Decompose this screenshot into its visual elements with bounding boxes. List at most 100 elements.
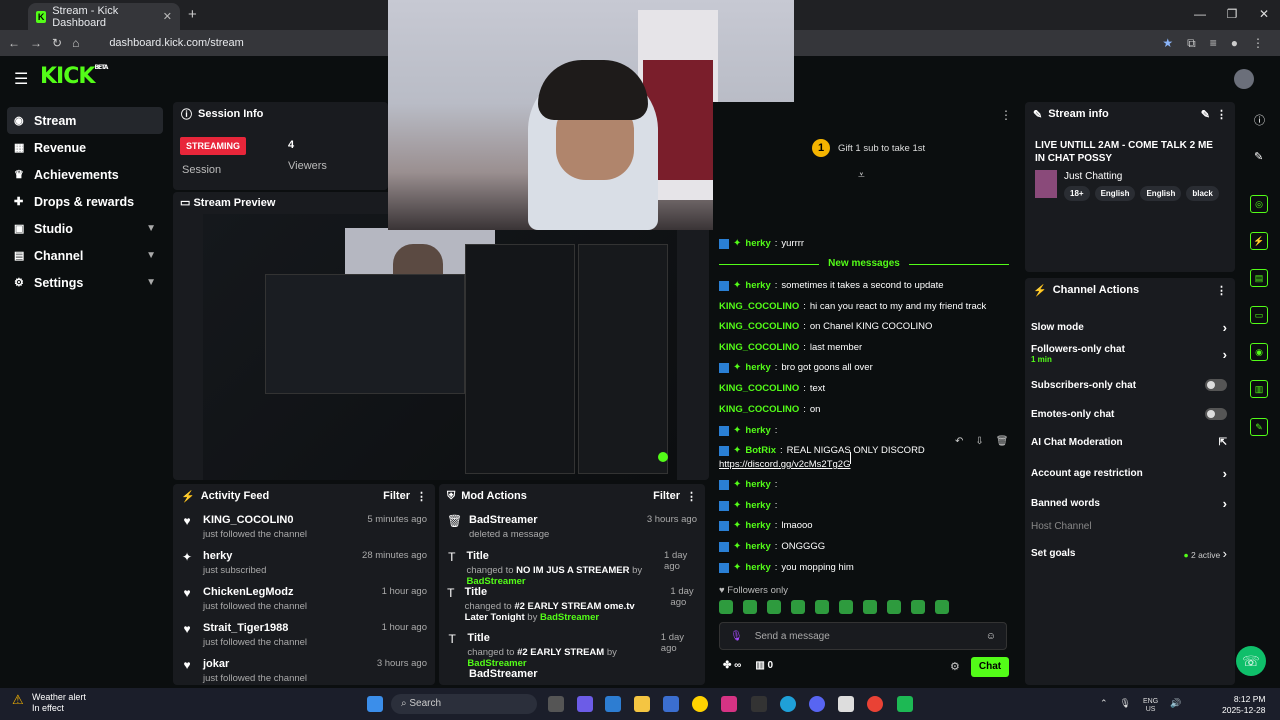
close-window-icon[interactable]: ✕ <box>1248 0 1280 30</box>
channel-action-item[interactable]: Subscribers-only chat <box>1031 379 1227 391</box>
sidebar-item-settings[interactable]: ⚙ Settings ▼ <box>0 269 170 296</box>
chat-message[interactable]: https://discord.gg/v2cMs2Tg2G <box>719 459 850 470</box>
chevron-up-icon[interactable]: ⌃ <box>1100 698 1108 714</box>
emote-icon[interactable] <box>863 600 877 614</box>
rail-wrench-icon[interactable]: ✎ <box>1250 418 1268 436</box>
bookmark-star-icon[interactable]: ★ <box>1162 36 1173 51</box>
app-icon[interactable] <box>751 696 767 712</box>
chat-username[interactable]: herky <box>745 280 770 291</box>
chat-username[interactable]: herky <box>745 500 770 511</box>
chat-message[interactable]: ✦ herky: bro got goons all over <box>719 362 873 373</box>
volume-icon[interactable]: 🔊 <box>1170 698 1181 714</box>
emote-icon[interactable] <box>767 600 781 614</box>
pencil-icon[interactable]: ✎ <box>1254 150 1263 163</box>
emote-icon[interactable] <box>815 600 829 614</box>
chat-message[interactable]: ✦ herky: yurrrr <box>719 238 804 249</box>
info-icon[interactable]: ⓘ <box>1254 112 1265 128</box>
sidebar-item-studio[interactable]: ▣ Studio ▼ <box>0 215 170 242</box>
channel-action-item[interactable]: Set goals ● 2 active › <box>1031 546 1227 561</box>
chat-message[interactable]: ✦ herky: lmaooo <box>719 520 813 531</box>
sidebar-item-achievements[interactable]: ♛ Achievements <box>0 161 170 188</box>
maximize-icon[interactable]: ❐ <box>1216 0 1248 30</box>
chat-username[interactable]: herky <box>745 541 770 552</box>
chat-message[interactable]: ✦ herky: sometimes it takes a second to up… <box>719 280 944 291</box>
sidebar-item-channel[interactable]: ▤ Channel ▼ <box>0 242 170 269</box>
chat-settings-icon[interactable]: ⚙ <box>950 660 960 673</box>
minimize-icon[interactable]: — <box>1184 0 1216 30</box>
back-icon[interactable]: ← <box>8 36 20 50</box>
rail-bolt-icon[interactable]: ⚡ <box>1250 232 1268 250</box>
gift-icon[interactable]: ▥ 0 <box>755 660 773 671</box>
activity-filter-button[interactable]: Filter <box>383 490 410 502</box>
chat-username[interactable]: herky <box>745 238 770 249</box>
chat-message[interactable]: KING_COCOLINO: last member <box>719 342 862 353</box>
discord-icon[interactable] <box>809 696 825 712</box>
chat-message[interactable]: ✦ herky: ONGGGG <box>719 541 825 552</box>
chat-message[interactable]: KING_COCOLINO: hi can you react to my and… <box>719 301 986 312</box>
stream-preview-video[interactable] <box>203 214 677 480</box>
weather-widget[interactable]: ⚠ Weather alert In effect <box>12 692 86 714</box>
rail-broadcast-icon[interactable]: ◉ <box>1250 343 1268 361</box>
rail-camera-icon[interactable]: ◎ <box>1250 195 1268 213</box>
chat-message[interactable]: KING_COCOLINO: on Chanel KING COCOLINO <box>719 321 932 332</box>
reply-icon[interactable]: ↶ <box>955 436 963 447</box>
rail-document-icon[interactable]: ▤ <box>1250 269 1268 287</box>
mod-filter-button[interactable]: Filter <box>653 490 680 502</box>
channel-action-item[interactable]: Host Channel <box>1031 521 1227 532</box>
edit-icon[interactable]: ✎ <box>1201 108 1210 121</box>
chat-username[interactable]: KING_COCOLINO <box>719 342 799 353</box>
gift-sub-leaderboard[interactable]: 1 Gift 1 sub to take 1st <box>812 139 925 157</box>
more-options-icon[interactable]: ⋮ <box>1216 284 1227 297</box>
chat-more-options-icon[interactable]: ⋮ <box>1000 108 1012 122</box>
delete-icon[interactable]: 🗑 <box>996 436 1009 447</box>
copilot-icon[interactable] <box>577 696 593 712</box>
chat-message[interactable]: ✦ herky: <box>719 425 781 436</box>
sidebar-item-drops[interactable]: ✚ Drops & rewards <box>0 188 170 215</box>
emote-icon[interactable] <box>935 600 949 614</box>
toggle-switch[interactable] <box>1205 408 1227 420</box>
menu-icon[interactable]: ⋮ <box>1252 36 1264 51</box>
chat-username[interactable]: herky <box>745 520 770 531</box>
sidebar-item-revenue[interactable]: ▦ Revenue <box>0 134 170 161</box>
profile-icon[interactable]: ● <box>1231 36 1238 51</box>
emote-icon[interactable] <box>887 600 901 614</box>
reload-icon[interactable]: ↻ <box>52 36 62 50</box>
chat-message[interactable]: ✦ herky: <box>719 500 781 511</box>
language-indicator[interactable]: ENG US <box>1143 698 1158 714</box>
chat-username[interactable]: herky <box>745 362 770 373</box>
channel-action-item[interactable]: Slow mode › <box>1031 320 1227 335</box>
channel-action-item[interactable]: Banned words › <box>1031 496 1227 511</box>
microphone-icon[interactable]: 🎙 <box>1120 698 1131 714</box>
chat-message[interactable]: ✦ herky: you mopping him <box>719 562 854 573</box>
pin-icon[interactable]: ⇩ <box>975 436 983 447</box>
chat-message[interactable]: KING_COCOLINO: text <box>719 383 825 394</box>
channel-action-item[interactable]: Account age restriction › <box>1031 466 1227 481</box>
start-icon[interactable] <box>367 696 383 712</box>
emote-icon[interactable] <box>791 600 805 614</box>
task-view-icon[interactable] <box>548 696 564 712</box>
rail-layout-icon[interactable]: ▥ <box>1250 380 1268 398</box>
chat-username[interactable]: herky <box>745 479 770 490</box>
channel-action-item[interactable]: Followers-only chat 1 min › <box>1031 344 1227 364</box>
kick-logo[interactable]: KICKBETA <box>40 64 108 89</box>
chat-message[interactable]: ✦ herky: <box>719 479 781 490</box>
chat-username[interactable]: KING_COCOLINO <box>719 321 799 332</box>
app-icon[interactable] <box>721 696 737 712</box>
outlook-icon[interactable] <box>663 696 679 712</box>
more-options-icon[interactable]: ⋮ <box>1216 108 1227 121</box>
reading-list-icon[interactable]: ≡ <box>1210 36 1217 51</box>
pin-toggle-icon[interactable]: ⩡ <box>858 168 865 183</box>
stream-category[interactable]: Just Chatting <box>1064 171 1122 182</box>
chat-username[interactable]: herky <box>745 425 770 436</box>
support-button[interactable]: ☏ <box>1236 646 1266 676</box>
chat-link[interactable]: https://discord.gg/v2cMs2Tg2G <box>719 459 850 470</box>
user-avatar[interactable] <box>1234 69 1254 89</box>
microphone-icon[interactable]: 🎙 <box>730 631 743 642</box>
forward-icon[interactable]: → <box>30 36 42 50</box>
toggle-switch[interactable] <box>1205 379 1227 391</box>
file-explorer-icon[interactable] <box>634 696 650 712</box>
chrome-icon[interactable] <box>867 696 883 712</box>
app-icon[interactable] <box>897 696 913 712</box>
points-icon[interactable]: ✤ ∞ <box>723 660 741 671</box>
app-icon[interactable] <box>838 696 854 712</box>
